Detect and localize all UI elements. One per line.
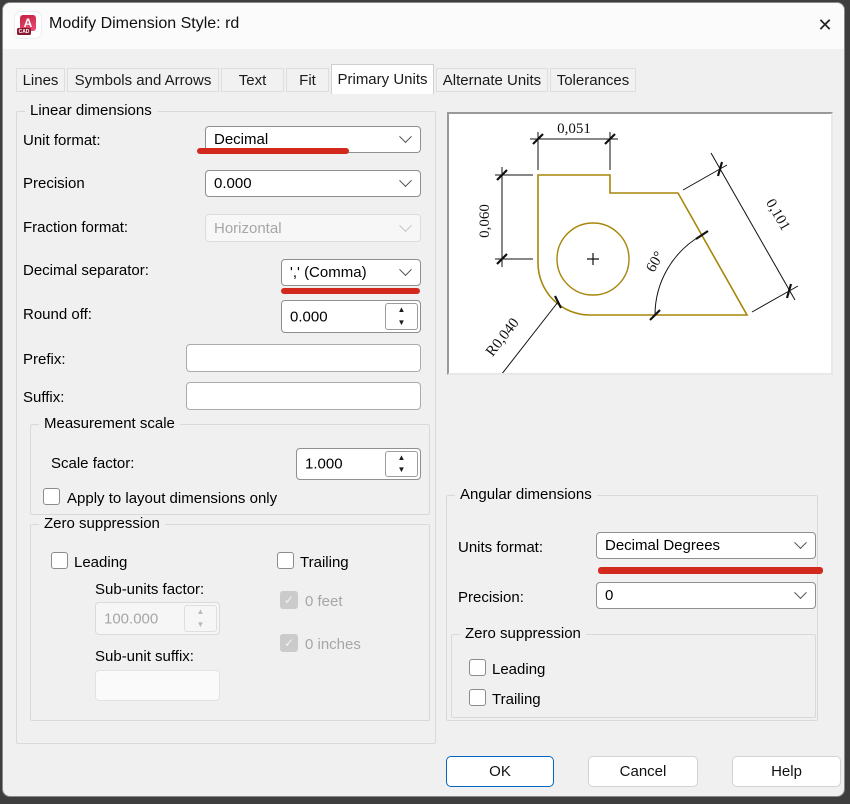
check-icon: ✓: [284, 636, 294, 650]
scale-factor-value: 1.000: [305, 456, 343, 473]
precision-dropdown[interactable]: 0.000: [205, 170, 421, 197]
trailing-checkbox[interactable]: [277, 552, 294, 569]
units-format-value: Decimal Degrees: [605, 537, 720, 554]
dialog-title: Modify Dimension Style: rd: [49, 15, 239, 33]
sub-units-factor-spin-buttons: ▲ ▼: [184, 605, 217, 632]
chevron-down-icon: [794, 536, 807, 549]
tab-lines[interactable]: Lines: [16, 68, 65, 92]
fraction-format-dropdown: Horizontal: [205, 214, 421, 242]
angular-leading-label: Leading: [492, 661, 545, 678]
tab-symbols-and-arrows[interactable]: Symbols and Arrows: [67, 68, 219, 92]
preview-drawing: 0,051 0,060 0,101 60° R0,040: [449, 114, 831, 373]
fraction-format-label: Fraction format:: [23, 219, 128, 236]
angular-trailing-checkbox[interactable]: [469, 689, 486, 706]
chevron-down-icon: [399, 219, 412, 232]
desktop-background: A CAD Modify Dimension Style: rd ✕ Lines…: [0, 0, 850, 804]
autocad-cad-badge: CAD: [17, 28, 31, 35]
spinner-down-icon[interactable]: ▼: [386, 317, 417, 330]
precision-label: Precision: [23, 175, 85, 192]
red-underline-annotation: [197, 148, 349, 154]
suffix-input[interactable]: [186, 382, 421, 410]
unit-format-value: Decimal: [214, 131, 268, 148]
prefix-input[interactable]: [186, 344, 421, 372]
dim-text-left: 0,060: [477, 204, 493, 238]
trailing-label: Trailing: [300, 554, 349, 571]
angular-precision-dropdown[interactable]: 0: [596, 582, 816, 609]
precision-value: 0.000: [214, 175, 252, 192]
units-format-label: Units format:: [458, 539, 543, 556]
units-format-dropdown[interactable]: Decimal Degrees: [596, 532, 816, 559]
red-underline-annotation: [281, 288, 420, 294]
angular-leading-checkbox[interactable]: [469, 659, 486, 676]
chevron-down-icon: [399, 174, 412, 187]
titlebar[interactable]: A CAD Modify Dimension Style: rd ✕: [3, 3, 844, 49]
tab-text[interactable]: Text: [221, 68, 284, 92]
chevron-down-icon: [794, 586, 807, 599]
decimal-separator-label: Decimal separator:: [23, 262, 149, 279]
round-off-label: Round off:: [23, 306, 92, 323]
zero-inches-label: 0 inches: [305, 636, 361, 653]
check-icon: ✓: [284, 593, 294, 607]
leading-checkbox[interactable]: [51, 552, 68, 569]
close-icon[interactable]: ✕: [811, 11, 839, 39]
angular-zero-suppression-group-label: Zero suppression: [460, 625, 586, 642]
spinner-down-icon: ▼: [185, 619, 216, 632]
decimal-separator-value: ',' (Comma): [290, 264, 367, 281]
dim-text-angle: 60°: [643, 249, 667, 275]
scale-factor-spin-buttons: ▲ ▼: [385, 451, 418, 477]
chevron-down-icon: [399, 130, 412, 143]
fraction-format-value: Horizontal: [214, 220, 282, 237]
sub-units-factor-value: 100.000: [104, 610, 158, 627]
zero-suppression-group-label: Zero suppression: [39, 515, 165, 532]
cancel-button[interactable]: Cancel: [588, 756, 698, 787]
angular-trailing-label: Trailing: [492, 691, 541, 708]
zero-feet-label: 0 feet: [305, 593, 343, 610]
apply-layout-checkbox[interactable]: [43, 488, 60, 505]
tab-alternate-units[interactable]: Alternate Units: [436, 68, 548, 92]
red-underline-annotation: [598, 567, 823, 574]
leading-label: Leading: [74, 554, 127, 571]
zero-inches-checkbox: ✓: [280, 634, 298, 652]
scale-factor-spinner[interactable]: 1.000 ▲ ▼: [296, 448, 421, 480]
tab-tolerances[interactable]: Tolerances: [550, 68, 636, 92]
center-mark: [587, 253, 599, 265]
dim-text-diagonal: 0,101: [762, 196, 793, 233]
sub-unit-suffix-input: [95, 670, 220, 701]
decimal-separator-dropdown[interactable]: ',' (Comma): [281, 259, 421, 286]
chevron-down-icon: [399, 263, 412, 276]
angular-precision-label: Precision:: [458, 589, 524, 606]
sub-units-factor-label: Sub-units factor:: [95, 581, 204, 598]
angular-dimensions-group-label: Angular dimensions: [455, 486, 597, 503]
round-off-spinner[interactable]: 0.000 ▲ ▼: [281, 300, 421, 333]
spinner-up-icon[interactable]: ▲: [386, 304, 417, 317]
sub-units-factor-spinner: 100.000 ▲ ▼: [95, 602, 220, 635]
round-off-spin-buttons: ▲ ▼: [385, 303, 418, 330]
measurement-scale-group-label: Measurement scale: [39, 415, 180, 432]
spinner-up-icon: ▲: [185, 606, 216, 619]
linear-dimensions-group-label: Linear dimensions: [25, 102, 157, 119]
tab-primary-units[interactable]: Primary Units: [331, 64, 434, 94]
spinner-down-icon[interactable]: ▼: [386, 464, 417, 476]
dim-text-radius: R0,040: [483, 315, 523, 359]
sub-unit-suffix-label: Sub-unit suffix:: [95, 648, 194, 665]
unit-format-label: Unit format:: [23, 132, 101, 149]
apply-layout-label: Apply to layout dimensions only: [67, 490, 277, 507]
part-outline: [538, 175, 747, 315]
zero-feet-checkbox: ✓: [280, 591, 298, 609]
prefix-label: Prefix:: [23, 351, 66, 368]
suffix-label: Suffix:: [23, 389, 64, 406]
autocad-app-icon: A CAD: [15, 12, 41, 38]
tab-fit[interactable]: Fit: [286, 68, 329, 92]
spinner-up-icon[interactable]: ▲: [386, 452, 417, 464]
help-button[interactable]: Help: [732, 756, 841, 787]
scale-factor-label: Scale factor:: [51, 455, 134, 472]
round-off-value: 0.000: [290, 308, 328, 325]
dimension-style-preview: 0,051 0,060 0,101 60° R0,040: [447, 112, 833, 375]
ok-button[interactable]: OK: [446, 756, 554, 787]
dim-text-top: 0,051: [557, 121, 591, 137]
angular-precision-value: 0: [605, 587, 613, 604]
modify-dimension-style-dialog: A CAD Modify Dimension Style: rd ✕ Lines…: [2, 2, 845, 797]
